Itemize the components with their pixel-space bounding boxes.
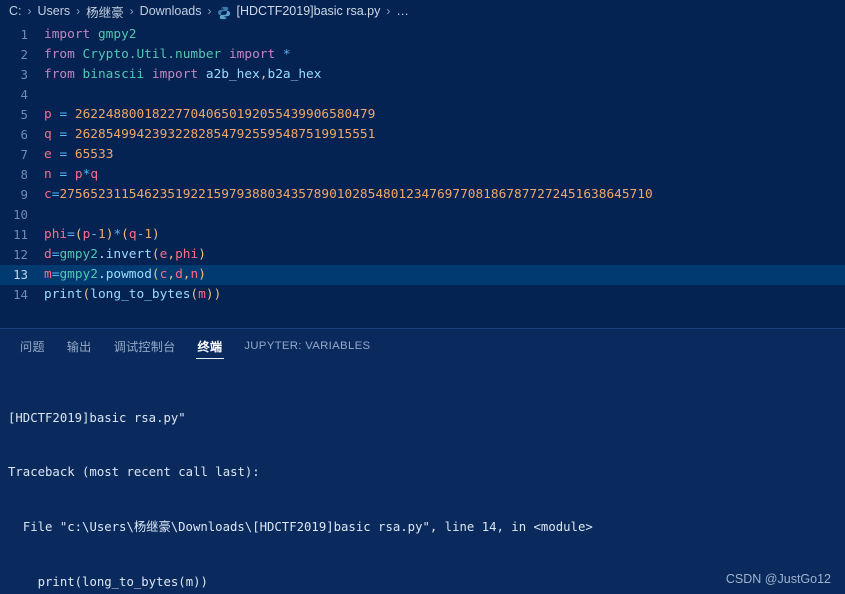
terminal-line: print(long_to_bytes(m)): [8, 575, 208, 590]
code-text: m=gmpy2.powmod(c,d,n): [44, 267, 206, 282]
line-number: 11: [13, 227, 28, 242]
value-e: 65533: [74, 147, 114, 162]
breadcrumb-item-file[interactable]: [HDCTF2019]basic rsa.py: [236, 4, 382, 18]
value-q: 262854994239322828547925595487519915551: [74, 127, 376, 142]
code-line[interactable]: 2 from Crypto.Util.number import *: [0, 45, 845, 65]
tab-jupyter-variables[interactable]: JUPYTER: VARIABLES: [233, 329, 381, 362]
code-text: print(long_to_bytes(m)): [44, 287, 222, 302]
line-number: 6: [20, 127, 28, 142]
breadcrumb-item-users[interactable]: Users: [37, 4, 72, 18]
tab-label: JUPYTER: VARIABLES: [244, 339, 371, 352]
code-line[interactable]: 14 print(long_to_bytes(m)): [0, 285, 845, 305]
tab-terminal[interactable]: 终端: [187, 329, 234, 362]
line-number: 8: [20, 167, 28, 182]
code-line[interactable]: 4: [0, 85, 845, 105]
terminal-output[interactable]: [HDCTF2019]basic rsa.py" Traceback (most…: [0, 362, 845, 594]
line-number: 13: [13, 267, 28, 282]
terminal-line: [HDCTF2019]basic rsa.py": [8, 410, 186, 425]
terminal-line: File "c:\Users\杨继豪\Downloads\[HDCTF2019]…: [8, 520, 593, 535]
breadcrumb-item-user[interactable]: 杨继豪: [85, 2, 125, 21]
code-line[interactable]: 1 import gmpy2: [0, 25, 845, 45]
code-line[interactable]: 5 p = 2622488001822770406501920554399065…: [0, 105, 845, 125]
vscode-window: C: › Users › 杨继豪 › Downloads › [HDCTF201…: [0, 0, 845, 594]
breadcrumb-item-downloads[interactable]: Downloads: [139, 4, 203, 18]
code-text: phi=(p-1)*(q-1): [44, 227, 160, 242]
tab-problems[interactable]: 问题: [9, 329, 56, 362]
value-c: 2756523115462351922159793880343578901028…: [59, 187, 653, 202]
breadcrumb-separator-icon: ›: [76, 4, 81, 18]
line-number: 9: [20, 187, 28, 202]
tab-label: 终端: [197, 339, 223, 354]
tab-debug-console[interactable]: 调试控制台: [103, 329, 187, 362]
tab-output[interactable]: 输出: [56, 329, 103, 362]
code-line[interactable]: 11 phi=(p-1)*(q-1): [0, 225, 845, 245]
tab-label: 调试控制台: [113, 339, 176, 354]
breadcrumb-separator-icon: ›: [386, 4, 391, 18]
code-text: n = p*q: [44, 167, 99, 182]
code-line[interactable]: 8 n = p*q: [0, 165, 845, 185]
code-text: c=27565231154623519221597938803435789010…: [44, 187, 653, 202]
line-number: 10: [13, 207, 28, 222]
code-line[interactable]: 12 d=gmpy2.invert(e,phi): [0, 245, 845, 265]
code-text: d=gmpy2.invert(e,phi): [44, 247, 206, 262]
tab-label: 输出: [66, 339, 92, 354]
line-number: 14: [13, 287, 28, 302]
code-text: from Crypto.Util.number import *: [44, 47, 291, 62]
line-number: 4: [20, 87, 28, 102]
terminal-line: Traceback (most recent call last):: [8, 465, 260, 480]
breadcrumb-item-drive[interactable]: C:: [8, 4, 23, 18]
breadcrumb-separator-icon: ›: [129, 4, 134, 18]
code-line-active[interactable]: 13 m=gmpy2.powmod(c,d,n): [0, 265, 845, 285]
code-line[interactable]: 3 from binascii import a2b_hex,b2a_hex: [0, 65, 845, 85]
breadcrumb: C: › Users › 杨继豪 › Downloads › [HDCTF201…: [0, 0, 845, 22]
code-line[interactable]: 9 c=275652311546235192215979388034357890…: [0, 185, 845, 205]
breadcrumb-item-overflow[interactable]: …: [395, 4, 410, 18]
value-p: 262248800182277040650192055439906580479: [74, 107, 376, 122]
line-number: 3: [20, 67, 28, 82]
breadcrumb-separator-icon: ›: [27, 4, 32, 18]
python-icon: [217, 6, 231, 20]
line-number: 12: [13, 247, 28, 262]
line-number: 1: [20, 27, 28, 42]
line-number: 7: [20, 147, 28, 162]
breadcrumb-separator-icon: ›: [207, 4, 212, 18]
code-text: e = 65533: [44, 147, 114, 162]
code-text: p = 262248800182277040650192055439906580…: [44, 107, 376, 122]
code-editor[interactable]: 1 import gmpy2 2 from Crypto.Util.number…: [0, 22, 845, 328]
line-number: 2: [20, 47, 28, 62]
line-number: 5: [20, 107, 28, 122]
tab-label: 问题: [20, 339, 45, 354]
code-line[interactable]: 10: [0, 205, 845, 225]
bottom-panel: 问题 输出 调试控制台 终端 JUPYTER: VARIABLES [HDCTF…: [0, 328, 845, 594]
code-line[interactable]: 7 e = 65533: [0, 145, 845, 165]
panel-tab-bar: 问题 输出 调试控制台 终端 JUPYTER: VARIABLES: [0, 329, 845, 362]
code-text: from binascii import a2b_hex,b2a_hex: [44, 67, 322, 82]
code-text: import gmpy2: [44, 27, 137, 42]
code-text: q = 262854994239322828547925595487519915…: [44, 127, 376, 142]
code-line[interactable]: 6 q = 2628549942393228285479255954875199…: [0, 125, 845, 145]
